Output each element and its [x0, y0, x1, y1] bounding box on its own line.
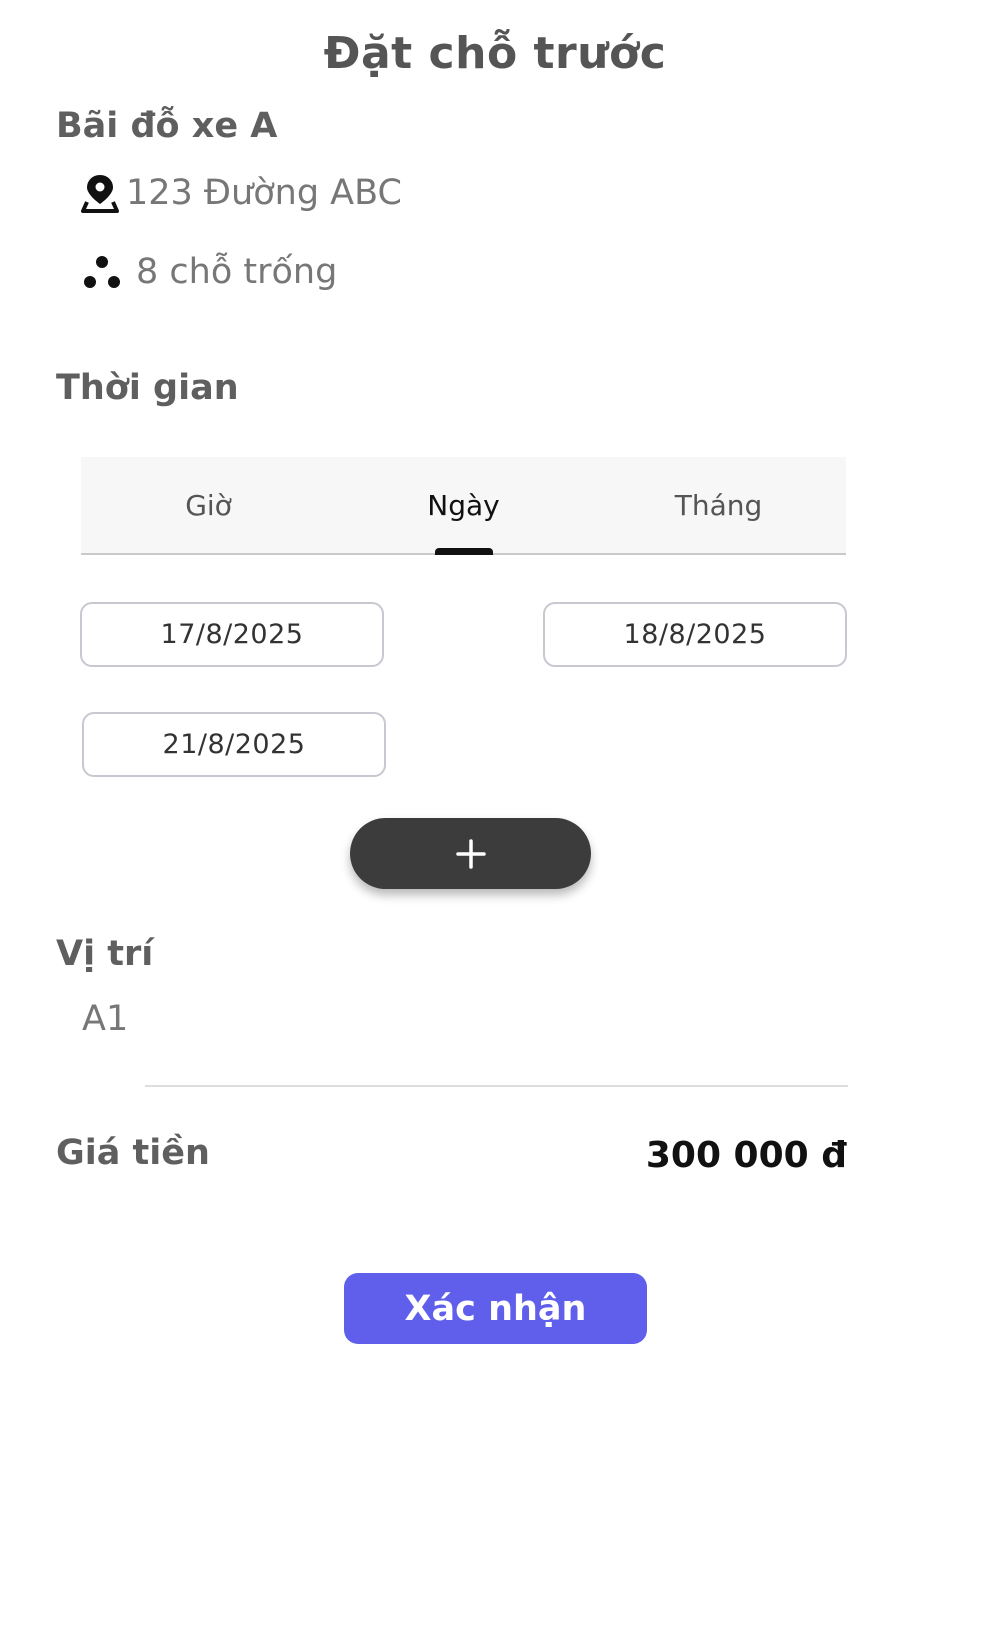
- active-tab-indicator: [434, 548, 493, 555]
- price-label: Giá tiền: [56, 1133, 210, 1173]
- date-chip[interactable]: 17/8/2025: [80, 602, 384, 667]
- parking-lot-name: Bãi đỗ xe A: [56, 106, 278, 146]
- tab-month-label: Tháng: [674, 488, 763, 522]
- time-unit-tabs: Giờ Ngày Tháng: [81, 457, 846, 555]
- date-chip[interactable]: 18/8/2025: [543, 602, 847, 667]
- map-pin-icon: [80, 172, 120, 214]
- available-slots-text: 8 chỗ trống: [136, 252, 338, 292]
- dots-cluster-icon: [82, 252, 122, 292]
- address-row: 123 Đường ABC: [80, 172, 402, 214]
- position-value[interactable]: A1: [82, 999, 128, 1039]
- position-section-label: Vị trí: [56, 934, 154, 974]
- confirm-button[interactable]: Xác nhận: [344, 1273, 647, 1344]
- available-slots-row: 8 chỗ trống: [82, 252, 337, 292]
- tab-day-label: Ngày: [427, 488, 500, 522]
- price-value: 300 000 đ: [645, 1135, 847, 1176]
- plus-icon: [455, 838, 487, 870]
- tab-day[interactable]: Ngày: [336, 457, 591, 555]
- date-chip[interactable]: 21/8/2025: [82, 712, 386, 777]
- tab-hour[interactable]: Giờ: [81, 457, 336, 553]
- tab-month[interactable]: Tháng: [591, 457, 846, 553]
- tab-hour-label: Giờ: [185, 488, 232, 522]
- address-text: 123 Đường ABC: [126, 173, 402, 213]
- add-date-button[interactable]: [350, 818, 591, 889]
- divider: [145, 1085, 848, 1087]
- page-title: Đặt chỗ trước: [323, 28, 667, 79]
- time-section-label: Thời gian: [56, 368, 239, 408]
